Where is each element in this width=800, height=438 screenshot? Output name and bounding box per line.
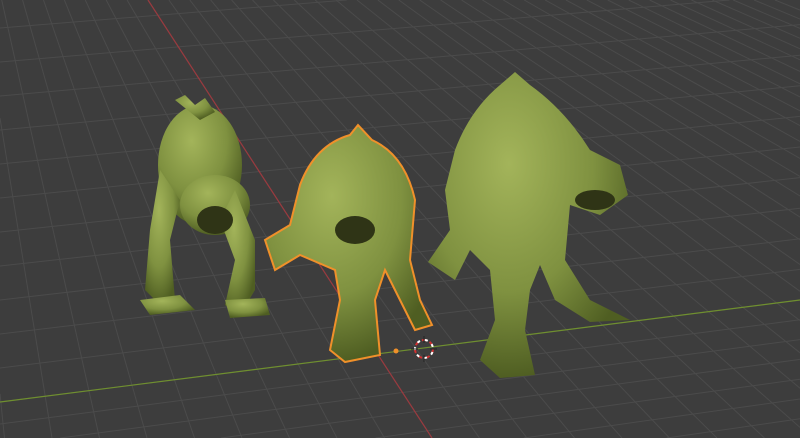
grid-line	[0, 24, 800, 97]
grid-line	[0, 319, 800, 425]
grid-line	[753, 0, 800, 20]
creature-model-left[interactable]	[140, 95, 270, 318]
grid-line	[666, 418, 800, 438]
grid-line	[607, 0, 800, 98]
grid-line	[774, 0, 800, 11]
grid-line	[0, 0, 347, 29]
grid-line	[60, 339, 800, 438]
grid-line	[712, 0, 800, 39]
3d-viewport[interactable]	[0, 0, 800, 438]
grid-line	[0, 54, 800, 131]
grid-line	[628, 0, 800, 85]
viewport-canvas[interactable]	[0, 0, 800, 438]
grid-line	[691, 0, 800, 50]
grid-line	[0, 118, 53, 438]
grid-line	[0, 85, 800, 165]
object-origin-dot	[393, 348, 399, 354]
3d-cursor-icon[interactable]	[411, 336, 437, 362]
creature-model-right[interactable]	[428, 72, 630, 378]
grid-line	[586, 0, 800, 112]
grid-line	[0, 0, 730, 63]
grid-line	[0, 393, 5, 438]
creature-model-middle-selected[interactable]	[263, 123, 434, 364]
y-axis-line	[0, 299, 800, 403]
